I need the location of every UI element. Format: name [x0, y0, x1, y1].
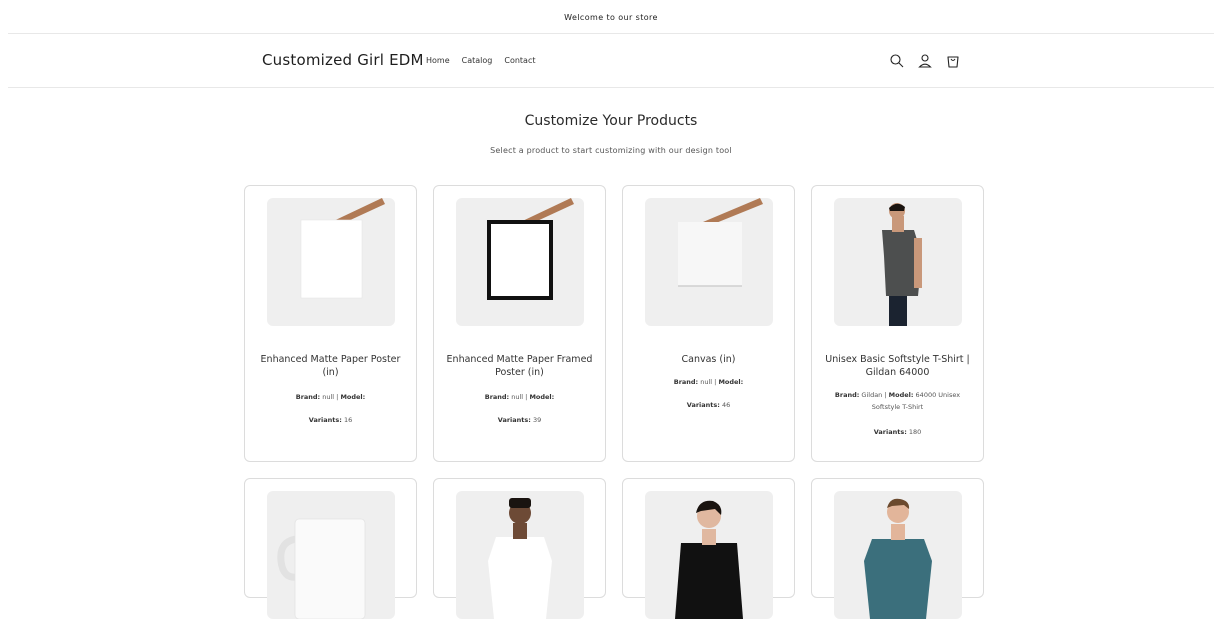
product-brand-model: Brand: null | Model:: [673, 378, 744, 386]
product-card[interactable]: [244, 478, 417, 619]
model-label: Model:: [529, 393, 555, 401]
variants-value: 39: [532, 416, 542, 424]
product-brand-model: Brand: Gildan | Model: 64000 Unisex Soft…: [834, 391, 961, 411]
product-brand-model: Brand: null | Model:: [295, 393, 366, 401]
announcement-bar: Welcome to our store: [564, 12, 658, 22]
model-label: Model:: [888, 391, 914, 399]
variants-label: Variants:: [873, 428, 907, 436]
main-nav: Home Catalog Contact: [426, 56, 535, 65]
brand-value: null: [700, 378, 713, 386]
brand-label: Brand:: [484, 393, 510, 401]
product-card[interactable]: Canvas (in) Brand: null | Model: Variant…: [622, 185, 795, 462]
product-card[interactable]: Unisex Basic Softstyle T-Shirt | Gildan …: [811, 185, 984, 462]
divider: [8, 87, 1214, 88]
product-variants: Variants: 16: [255, 414, 406, 426]
product-card[interactable]: Enhanced Matte Paper Framed Poster (in) …: [433, 185, 606, 462]
brand-value: Gildan: [861, 391, 883, 399]
nav-home[interactable]: Home: [426, 56, 450, 65]
search-icon[interactable]: [889, 53, 905, 69]
variants-value: 46: [721, 401, 731, 409]
variants-label: Variants:: [686, 401, 720, 409]
variants-value: 180: [908, 428, 922, 436]
model-label: Model:: [718, 378, 744, 386]
brand-value: null: [322, 393, 335, 401]
variants-label: Variants:: [497, 416, 531, 424]
product-card[interactable]: [811, 478, 984, 619]
model-label: Model:: [340, 393, 366, 401]
canvas-icon: [645, 198, 773, 326]
model-value: 64000 Unisex Softstyle T-Shirt: [871, 391, 961, 411]
black-longsleeve-model-icon: [645, 491, 773, 619]
brand-label: Brand:: [673, 378, 699, 386]
product-grid: Enhanced Matte Paper Poster (in) Brand: …: [244, 185, 984, 619]
product-name: Canvas (in): [681, 354, 736, 365]
section-title: Customize Your Products: [524, 113, 698, 129]
brand-label: Brand:: [295, 393, 321, 401]
product-variants: Variants: 180: [822, 426, 973, 438]
header-icons: [889, 53, 961, 69]
product-card[interactable]: [433, 478, 606, 619]
product-variants: Variants: 39: [444, 414, 595, 426]
white-tshirt-model-icon: [456, 491, 584, 619]
nav-catalog[interactable]: Catalog: [462, 56, 493, 65]
account-icon[interactable]: [917, 53, 933, 69]
product-brand-model: Brand: null | Model:: [484, 393, 555, 401]
site-header: Customized Girl EDM Home Catalog Contact: [0, 34, 1222, 88]
product-card[interactable]: Enhanced Matte Paper Poster (in) Brand: …: [244, 185, 417, 462]
framed-poster-icon: [456, 198, 584, 326]
teal-tshirt-model-icon: [834, 491, 962, 619]
product-card[interactable]: [622, 478, 795, 619]
product-name: Unisex Basic Softstyle T-Shirt | Gildan …: [825, 354, 970, 378]
nav-contact[interactable]: Contact: [504, 56, 535, 65]
brand-value: null: [511, 393, 524, 401]
product-name: Enhanced Matte Paper Framed Poster (in): [446, 354, 593, 378]
mug-icon: [267, 491, 395, 619]
variants-label: Variants:: [308, 416, 342, 424]
brand-label: Brand:: [834, 391, 860, 399]
store-logo[interactable]: Customized Girl EDM: [262, 51, 424, 69]
variants-value: 16: [343, 416, 353, 424]
cart-icon[interactable]: [945, 53, 961, 69]
section-subtitle: Select a product to start customizing wi…: [490, 146, 732, 155]
product-name: Enhanced Matte Paper Poster (in): [260, 354, 401, 378]
product-variants: Variants: 46: [633, 399, 784, 411]
poster-held-icon: [267, 198, 395, 326]
tshirt-model-icon: [834, 198, 962, 326]
